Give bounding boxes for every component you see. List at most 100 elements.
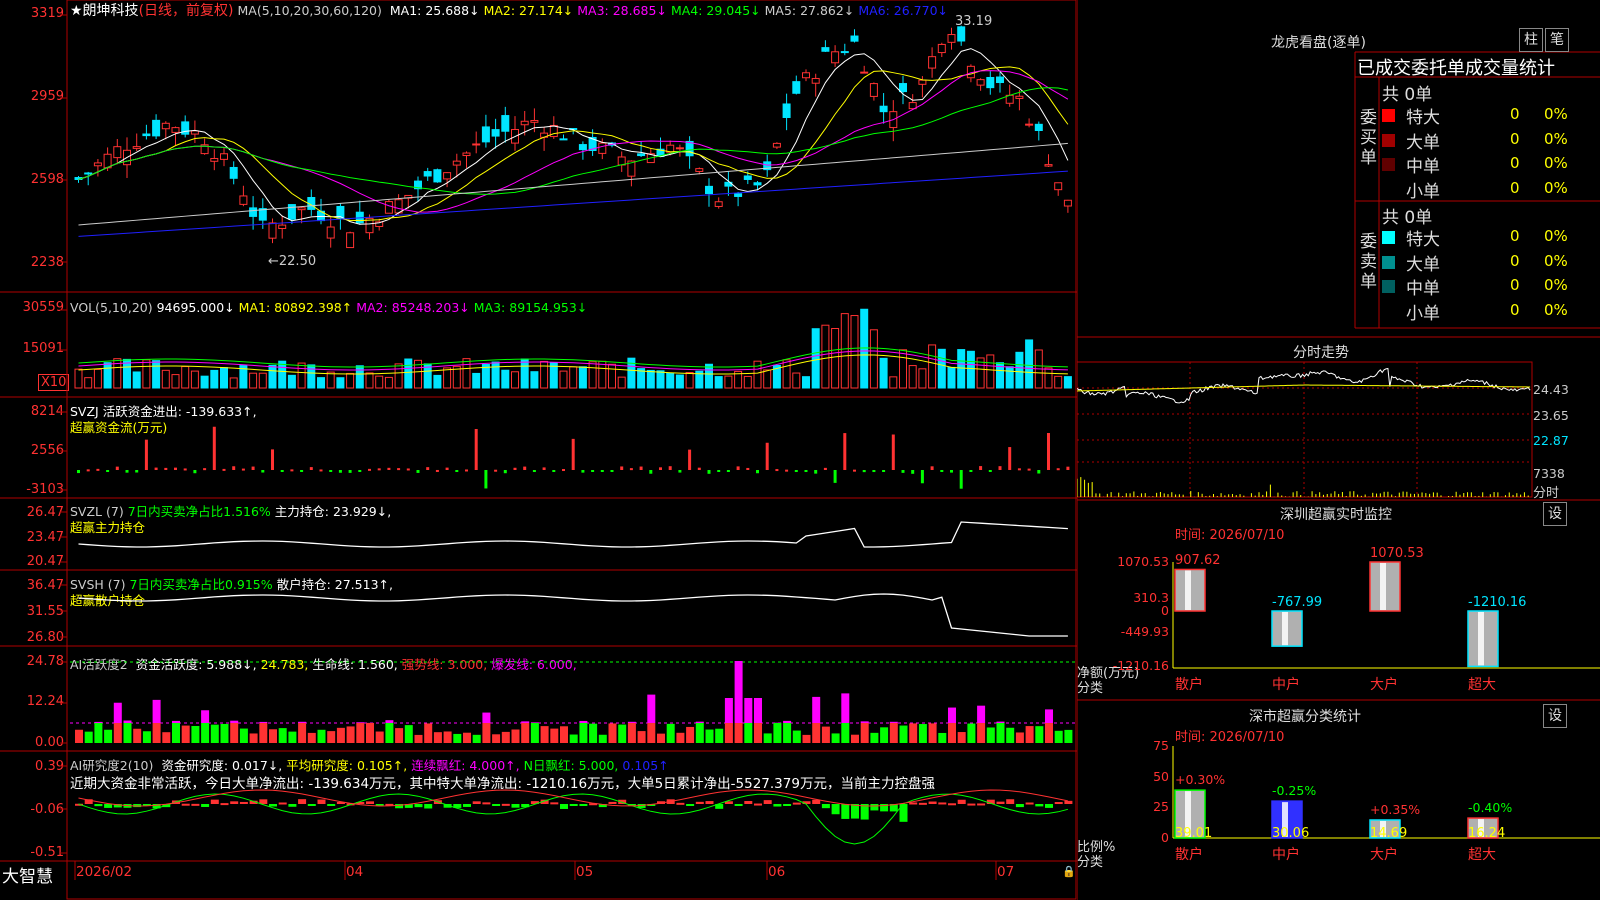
candle-body bbox=[782, 103, 791, 118]
research-bar bbox=[1006, 799, 1015, 804]
activity-bar bbox=[676, 732, 685, 743]
volume-bar bbox=[190, 370, 199, 389]
fund-flow-bar bbox=[882, 470, 886, 472]
chart-canvas[interactable] bbox=[0, 0, 1077, 900]
intraday-panel[interactable]: 分时走势 24.43 23.65 22.87 7338 分时 bbox=[1077, 338, 1600, 501]
research-bar bbox=[996, 801, 1005, 804]
volume-bar bbox=[365, 372, 374, 389]
activity-bar bbox=[812, 723, 821, 743]
research-bar bbox=[812, 799, 821, 804]
activity-bar bbox=[608, 723, 617, 743]
activity-bar bbox=[880, 727, 889, 743]
order-pct: 0% bbox=[1544, 105, 1568, 123]
candle-body bbox=[1063, 199, 1072, 207]
volume-bar bbox=[569, 366, 578, 389]
candle-body bbox=[772, 142, 781, 148]
bar-mode-button[interactable]: 柱 bbox=[1519, 28, 1543, 52]
activity-bar bbox=[123, 723, 132, 743]
intraday-y-tick: 24.43 bbox=[1533, 382, 1569, 397]
volume-bar bbox=[287, 374, 296, 389]
fund-flow-bar bbox=[639, 466, 643, 470]
activity-bar-top bbox=[201, 710, 210, 723]
activity-bar bbox=[851, 734, 859, 743]
order-pct: 0% bbox=[1544, 129, 1568, 148]
activity-bar bbox=[492, 734, 501, 743]
fund-flow-bar bbox=[930, 466, 934, 470]
chart-area[interactable]: ★朗坤科技(日线，前复权) MA(5,10,20,30,60,120) MA1:… bbox=[0, 0, 1077, 900]
candle-body bbox=[860, 71, 869, 74]
research-bar bbox=[821, 804, 830, 809]
fund-flow-bar bbox=[717, 470, 721, 472]
sz-class-time: 时间: 2026/07/10 bbox=[1175, 730, 1285, 745]
fund-flow-bar bbox=[872, 470, 876, 473]
volume-bar bbox=[152, 360, 161, 389]
activity-bar bbox=[948, 723, 956, 743]
fund-flow-bar bbox=[523, 466, 527, 470]
bar-change-label: +0.30% bbox=[1175, 772, 1226, 788]
candle-body bbox=[113, 146, 122, 159]
research-bar bbox=[1064, 800, 1073, 804]
candle-body bbox=[928, 56, 937, 69]
fund-flow-bar bbox=[843, 433, 847, 470]
research-bar bbox=[948, 803, 956, 806]
research-bar bbox=[977, 803, 986, 806]
activity-bar bbox=[550, 728, 559, 743]
volume-bar bbox=[646, 369, 655, 389]
candle-body bbox=[210, 157, 219, 162]
volume-bar bbox=[869, 329, 878, 389]
activity-bar bbox=[104, 729, 113, 743]
activity-bar bbox=[356, 723, 365, 743]
activity-bar-top bbox=[579, 720, 588, 723]
research-bar bbox=[773, 804, 782, 807]
intraday-y-tick: 23.65 bbox=[1533, 408, 1569, 423]
activity-bar bbox=[278, 728, 287, 743]
fund-flow-bar bbox=[86, 469, 90, 472]
fund-flow-bar bbox=[1047, 433, 1050, 470]
tick-mode-button[interactable]: 笔 bbox=[1545, 28, 1569, 52]
candle-body bbox=[239, 195, 248, 205]
activity-bar bbox=[928, 723, 937, 743]
fund-flow-bar bbox=[377, 468, 381, 471]
research-bar bbox=[1035, 804, 1044, 807]
candle-body bbox=[472, 143, 481, 146]
intraday-title: 分时走势 bbox=[1293, 345, 1349, 361]
activity-bar bbox=[734, 723, 743, 743]
fund-flow-bar bbox=[678, 470, 682, 473]
order-count: 0 bbox=[1510, 178, 1520, 197]
research-bar bbox=[463, 804, 471, 807]
candle-body bbox=[899, 83, 907, 93]
candle-body bbox=[1034, 123, 1043, 131]
activity-bar bbox=[443, 731, 452, 743]
research-bar bbox=[94, 804, 103, 807]
research-bar bbox=[220, 803, 229, 806]
candle-body bbox=[1044, 164, 1053, 167]
activity-bar bbox=[986, 727, 995, 743]
y-tick: 50 bbox=[1153, 769, 1169, 784]
fund-flow-bar bbox=[736, 466, 740, 470]
activity-bar bbox=[977, 723, 986, 743]
volume-bar bbox=[811, 328, 820, 389]
volume-bar bbox=[821, 324, 830, 389]
sz-monitor-settings-button[interactable]: 设 bbox=[1543, 502, 1567, 526]
fund-flow-bar bbox=[969, 470, 973, 472]
research-bar bbox=[841, 804, 850, 819]
sz-class-settings-button[interactable]: 设 bbox=[1543, 704, 1567, 728]
fund-flow-bar bbox=[959, 470, 963, 489]
candle-body bbox=[103, 153, 112, 169]
candle-body bbox=[986, 76, 995, 89]
candle-body bbox=[976, 79, 985, 86]
volume-bar bbox=[578, 366, 587, 389]
candle-body bbox=[675, 147, 684, 150]
volume-bar bbox=[501, 369, 510, 389]
activity-bar bbox=[414, 734, 423, 743]
activity-bar bbox=[792, 730, 801, 743]
research-bar bbox=[550, 802, 559, 805]
volume-bar bbox=[879, 357, 888, 389]
research-bar bbox=[569, 804, 578, 806]
activity-bars bbox=[75, 661, 1073, 743]
research-bar bbox=[366, 801, 374, 804]
activity-bar bbox=[996, 723, 1005, 743]
candle-body bbox=[297, 207, 306, 211]
order-label: 小单 bbox=[1406, 303, 1440, 324]
volume-bar bbox=[258, 372, 267, 389]
